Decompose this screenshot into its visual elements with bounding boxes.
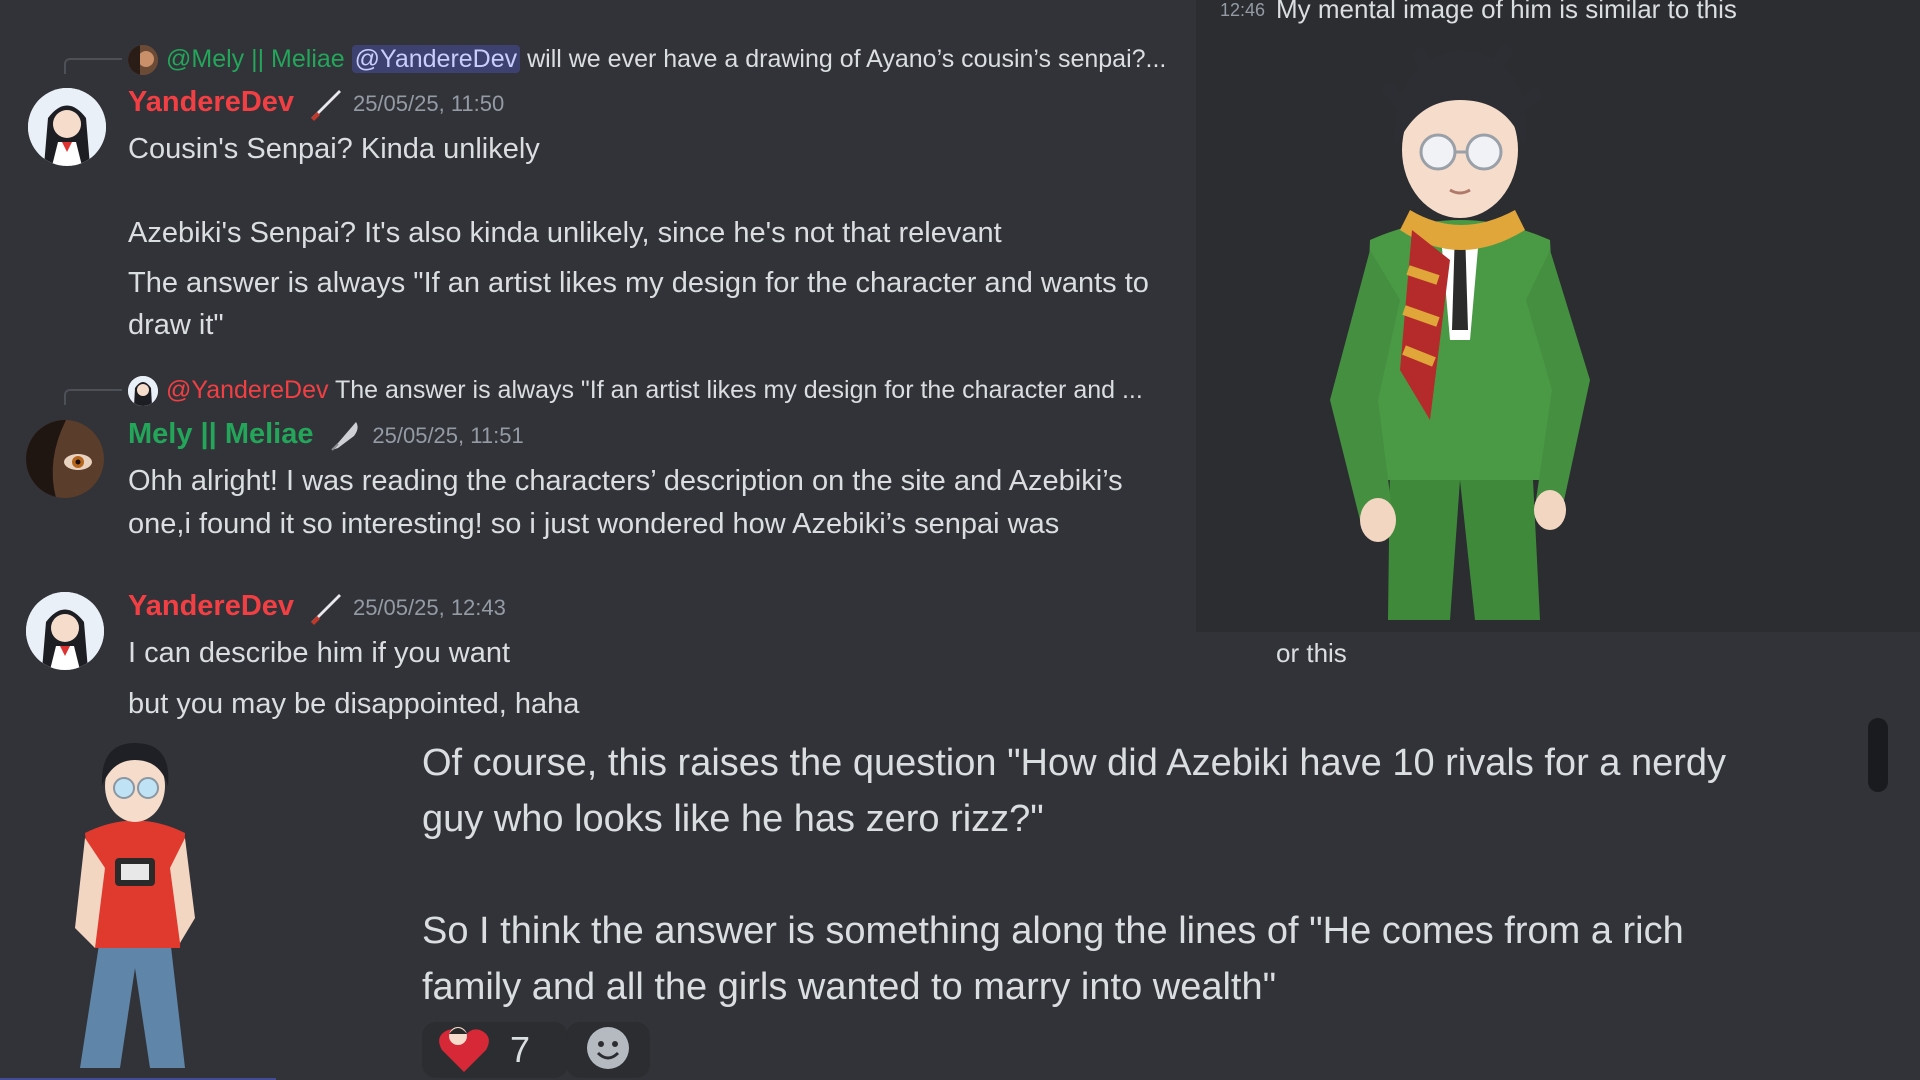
author-name[interactable]: Mely || Meliae: [128, 418, 313, 450]
panel-timestamp: 12:46: [1220, 0, 1266, 20]
message-line: family and all the girls wanted to marry…: [422, 966, 1277, 1008]
author-name[interactable]: YandereDev: [128, 86, 294, 118]
reply-preview[interactable]: @Mely || Meliae @YandereDev will we ever…: [166, 45, 1166, 74]
scrollbar-thumb[interactable]: [1868, 718, 1888, 792]
reply-connector: [64, 58, 122, 74]
message-line: I can describe him if you want: [128, 637, 511, 669]
reply-text: will we ever have a drawing of Ayano’s c…: [527, 45, 1167, 73]
message-line: Azebiki's Senpai? It's also kinda unlike…: [128, 217, 1002, 249]
panel-caption: or this: [1276, 638, 1347, 668]
reply-connector: [64, 389, 122, 405]
message-line: one,i found it so interesting! so i just…: [128, 508, 1060, 540]
timestamp: 25/05/25, 12:43: [352, 595, 506, 620]
message-header: YandereDev 25/05/25, 12:43: [128, 590, 506, 631]
long-message: Of course, this raises the question "How…: [422, 735, 1726, 1015]
character-green-suit-image[interactable]: [1300, 40, 1620, 625]
heart-character-emoji-icon: [436, 1022, 492, 1079]
knife-role-icon: [307, 86, 343, 127]
knife-role-icon: [307, 590, 343, 631]
reply-preview[interactable]: @YandereDev The answer is always "If an …: [166, 376, 1143, 405]
avatar-image: [26, 420, 104, 498]
panel-text: My mental image of him is similar to thi…: [1276, 0, 1737, 24]
message-line: The answer is always "If an artist likes…: [128, 267, 1149, 299]
message-line: Of course, this raises the question "How…: [422, 742, 1727, 784]
reply-avatar-yanderedev[interactable]: [128, 376, 158, 406]
character-red-shirt-image[interactable]: [70, 738, 210, 1073]
message-line: but you may be disappointed, haha: [128, 688, 580, 720]
reply-mention[interactable]: @YandereDev: [351, 45, 521, 73]
reply-avatar-mely[interactable]: [128, 45, 158, 75]
add-reaction-button[interactable]: [566, 1022, 650, 1078]
reply-text: The answer is always "If an artist likes…: [335, 376, 1143, 404]
timestamp: 25/05/25, 11:51: [372, 423, 524, 448]
right-panel: 12:46 My mental image of him is similar …: [1196, 0, 1920, 632]
message-header: YandereDev 25/05/25, 11:50: [128, 86, 504, 127]
message-line: guy who looks like he has zero rizz?": [422, 798, 1044, 840]
message-line: Ohh alright! I was reading the character…: [128, 465, 1123, 497]
author-name[interactable]: YandereDev: [128, 590, 294, 622]
avatar-yanderedev[interactable]: [26, 592, 104, 670]
message-line: So I think the answer is something along…: [422, 910, 1684, 952]
reply-author[interactable]: @Mely || Meliae: [166, 45, 345, 73]
message-line: draw it": [128, 309, 224, 341]
avatar-image: [28, 88, 106, 166]
timestamp: 25/05/25, 11:50: [352, 91, 505, 116]
message-line: Cousin's Senpai? Kinda unlikely: [128, 133, 540, 165]
avatar-image: [128, 376, 158, 406]
quill-role-icon: [326, 418, 362, 459]
avatar-yanderedev[interactable]: [28, 88, 106, 166]
message-header: Mely || Meliae 25/05/25, 11:51: [128, 418, 524, 459]
avatar-mely[interactable]: [26, 420, 104, 498]
reaction-heart[interactable]: 7: [422, 1022, 568, 1078]
add-reaction-icon: [585, 1025, 631, 1076]
avatar-image: [128, 45, 158, 75]
reply-author[interactable]: @YandereDev: [166, 376, 329, 404]
avatar-image: [26, 592, 104, 670]
reaction-count: 7: [510, 1029, 531, 1070]
